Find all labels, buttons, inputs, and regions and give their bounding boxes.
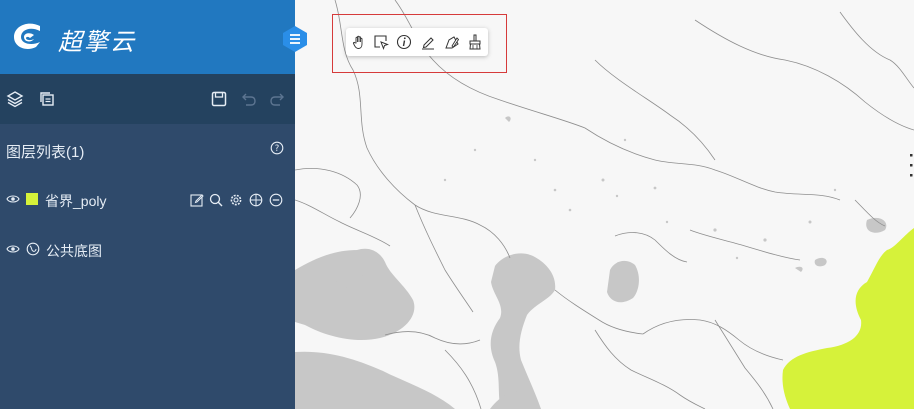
save-icon[interactable] <box>210 90 228 108</box>
svg-text:?: ? <box>275 144 280 154</box>
basemap-globe-icon <box>26 242 40 256</box>
layer-color-swatch <box>26 193 38 205</box>
brand-name: 超擎云 <box>58 28 136 56</box>
locate-icon[interactable] <box>249 193 263 207</box>
layer-name: 公共底图 <box>46 243 102 259</box>
zoom-icon[interactable] <box>209 193 223 207</box>
layer-item-basemap[interactable]: 公共底图 <box>0 235 295 265</box>
settings-icon[interactable] <box>229 193 243 207</box>
brand-header: 超擎云 <box>0 0 295 74</box>
draw-polygon-icon[interactable] <box>444 34 460 50</box>
logo-icon <box>14 23 40 49</box>
layer-item-provinces[interactable]: 省界_poly <box>0 185 295 215</box>
layer-list-title: 图层列表(1) <box>6 144 85 161</box>
edit-icon[interactable] <box>190 193 204 207</box>
copy-icon[interactable] <box>38 90 56 108</box>
eye-icon[interactable] <box>6 243 20 255</box>
pan-hand-icon[interactable] <box>351 34 367 50</box>
eye-icon[interactable] <box>6 193 20 205</box>
map-edge-tick <box>910 154 913 177</box>
collapse-sidebar-button[interactable] <box>282 25 308 53</box>
undo-icon[interactable] <box>240 90 258 108</box>
layers-icon[interactable] <box>6 90 24 108</box>
clear-icon[interactable] <box>467 34 483 50</box>
sidebar: 超擎云 图层列表(1) ? 省界_poly 公共底图 <box>0 0 295 409</box>
info-icon[interactable] <box>396 34 412 50</box>
redo-icon[interactable] <box>268 90 286 108</box>
draw-line-icon[interactable] <box>420 34 436 50</box>
layer-name: 省界_poly <box>45 193 107 209</box>
select-icon[interactable] <box>373 34 389 50</box>
remove-icon[interactable] <box>269 193 283 207</box>
map-toolbar <box>346 28 488 56</box>
help-icon[interactable]: ? <box>270 141 284 155</box>
